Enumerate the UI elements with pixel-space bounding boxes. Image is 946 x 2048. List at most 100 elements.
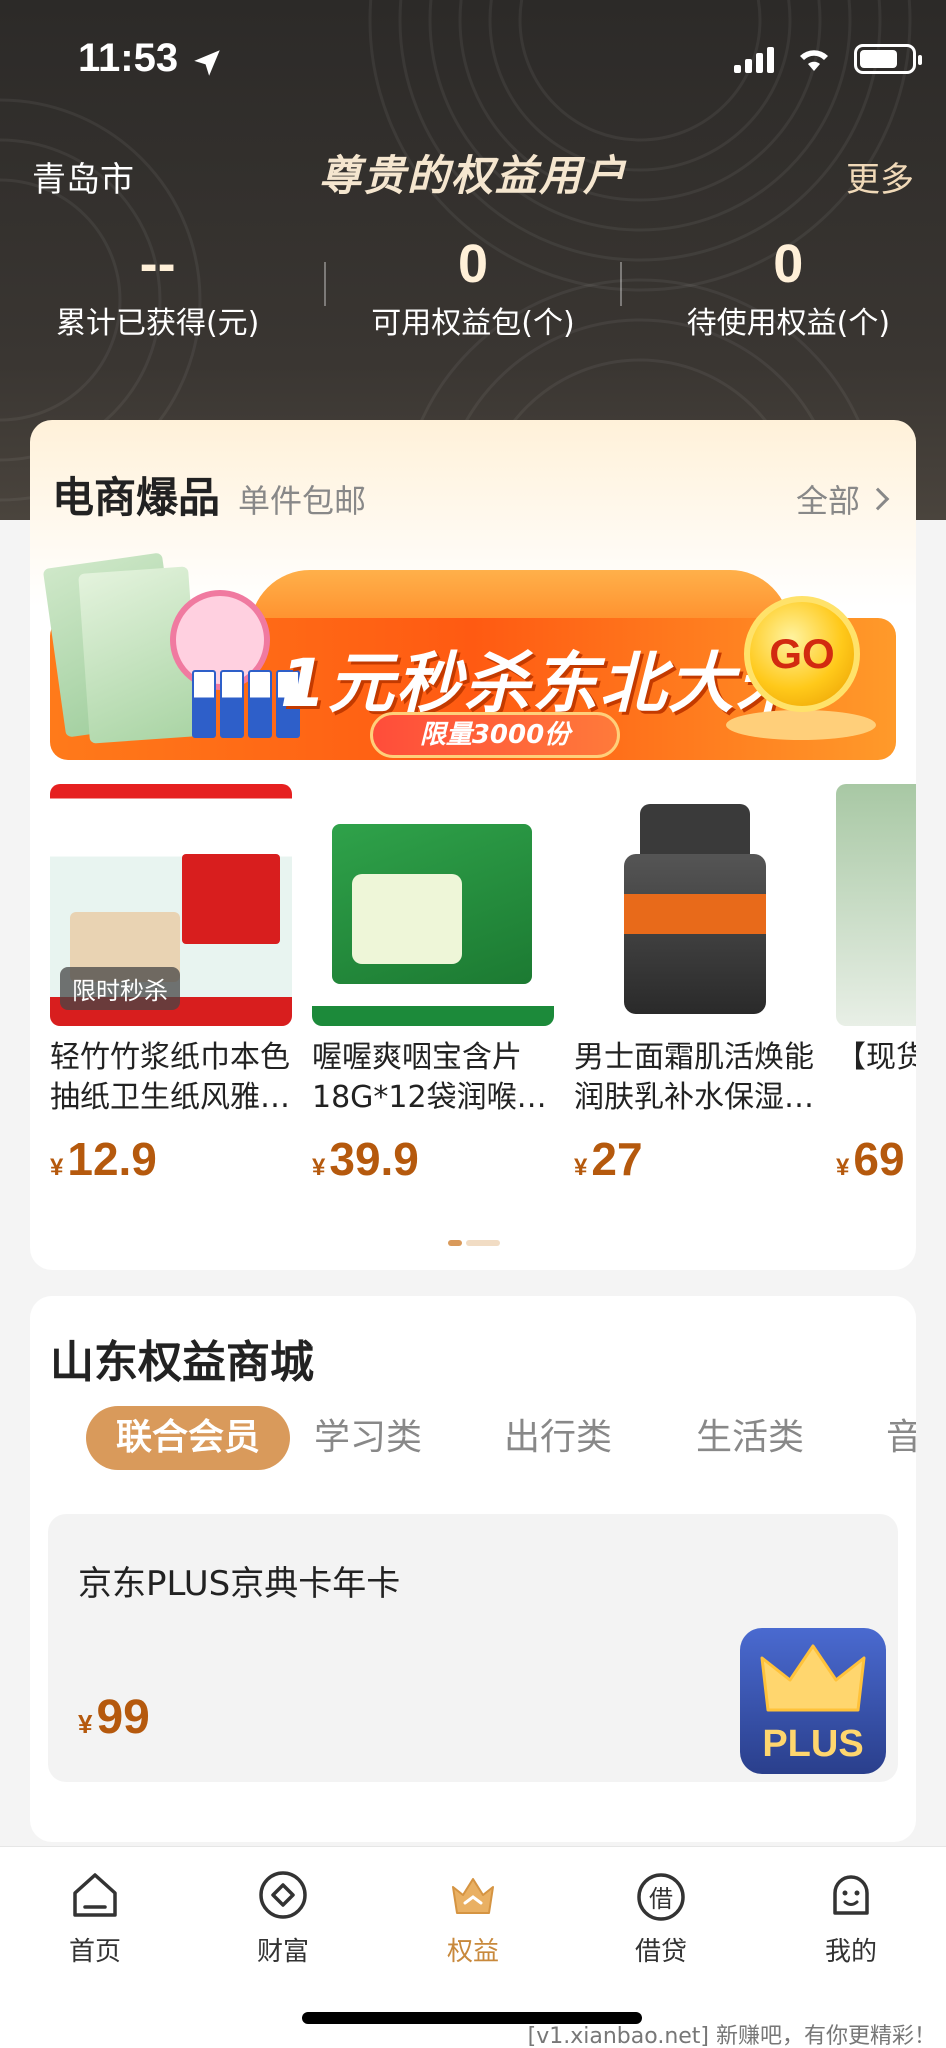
product-image-tissue: 限时秒杀 (50, 784, 292, 1026)
svg-text:借: 借 (649, 1885, 673, 1913)
battery-icon (854, 44, 922, 74)
price-amount: 99 (96, 1691, 150, 1744)
go-button[interactable]: GO (744, 596, 860, 712)
stat-label: 可用权益包(个) (371, 306, 575, 341)
milk-box-image (192, 670, 216, 738)
mall-item-card[interactable]: 京东PLUS京典卡年卡 ¥99 PLUS (48, 1514, 898, 1782)
product-name: 【现货装鱼形… (836, 1040, 916, 1075)
stat-total-earned[interactable]: -- 累计已获得(元) (0, 232, 315, 352)
tab-lifestyle[interactable]: 生活类 (696, 1406, 804, 1470)
nav-benefits[interactable]: 权益 (398, 1867, 548, 1968)
product-name: 轻竹竹浆纸巾本色抽纸卫生纸风雅… (50, 1040, 290, 1115)
nav-label: 财富 (256, 1937, 309, 1967)
currency-symbol: ¥ (78, 1709, 93, 1739)
product-badge-graphic (182, 854, 280, 944)
stat-value: 0 (773, 234, 804, 294)
carousel-indicator (448, 1240, 500, 1246)
section-title: 电商爆品 (52, 473, 221, 522)
view-all-link[interactable]: 全部 (795, 476, 890, 522)
nav-label: 我的 (824, 1937, 877, 1967)
milk-box-image (220, 670, 244, 738)
product-image-face-cream (574, 784, 816, 1026)
nav-label: 权益 (446, 1937, 499, 1967)
product-card[interactable]: 男士面霜肌活焕能润肤乳补水保湿… ¥27 (574, 784, 816, 1186)
nav-wealth[interactable]: 财富 (208, 1867, 358, 1968)
promo-banner[interactable]: 1元秒杀东北大米 限量3000份 GO (42, 552, 896, 762)
price-amount: 27 (591, 1133, 643, 1185)
stat-label: 待使用权益(个) (686, 306, 891, 341)
product-card[interactable]: 【现货装鱼形… ¥69 (836, 784, 916, 1186)
status-time: 11:53 (78, 36, 179, 80)
product-price: ¥69 (836, 1132, 916, 1186)
nav-profile[interactable]: 我的 (776, 1867, 926, 1968)
item-name: 京东PLUS京典卡年卡 (78, 1564, 401, 1604)
product-carousel[interactable]: 限时秒杀 轻竹竹浆纸巾本色抽纸卫生纸风雅… ¥12.9 喔喔爽咽宝含片18G*1… (50, 784, 916, 1204)
nav-loan[interactable]: 借 借贷 (586, 1867, 736, 1968)
product-image-mask (836, 784, 916, 1026)
tab-joint-membership[interactable]: 联合会员 (86, 1406, 291, 1470)
product-price: ¥39.9 (312, 1132, 554, 1186)
crown-icon (760, 1644, 866, 1712)
divider (620, 262, 622, 306)
wifi-icon (800, 50, 828, 71)
banner-badge: 限量3000份 (370, 712, 620, 758)
plus-logo-text: PLUS (762, 1723, 864, 1765)
milk-box-image (248, 670, 272, 738)
product-card[interactable]: 喔喔爽咽宝含片18G*12袋润喉糖… ¥39.9 (312, 784, 554, 1186)
more-link[interactable]: 更多 (846, 152, 914, 201)
section-subtitle: 单件包邮 (238, 482, 367, 520)
stat-value: 0 (457, 234, 489, 294)
product-name: 喔喔爽咽宝含片18G*12袋润喉糖… (312, 1040, 522, 1115)
stats-row: -- 累计已获得(元) 0 可用权益包(个) 0 待使用权益(个) (0, 232, 946, 352)
watermark-text: [v1.xianbao.net] 新赚吧，有你更精彩！ (527, 2024, 936, 2048)
chevron-right-icon (866, 487, 890, 511)
location-arrow-icon (194, 50, 220, 76)
tab-travel[interactable]: 出行类 (504, 1406, 612, 1470)
stat-label: 累计已获得(元) (55, 306, 260, 341)
currency-symbol: ¥ (574, 1154, 588, 1181)
price-amount: 69 (853, 1133, 905, 1185)
category-tabs: 联合会员 学习类 出行类 生活类 音 (50, 1406, 916, 1470)
view-all-label: 全部 (795, 482, 860, 520)
indicator-active (448, 1240, 462, 1246)
home-icon (73, 1873, 117, 1917)
indicator-track (466, 1240, 500, 1246)
page-title: 尊贵的权益用户 (318, 151, 627, 200)
currency-symbol: ¥ (50, 1154, 64, 1181)
tab-learning[interactable]: 学习类 (314, 1406, 422, 1470)
benefits-mall-card: 山东权益商城 联合会员 学习类 出行类 生活类 音 京东PLUS京典卡年卡 ¥9… (30, 1296, 916, 1842)
nav-label: 借贷 (634, 1937, 687, 1967)
jar-lid-graphic (640, 804, 750, 854)
go-pedestal (726, 710, 876, 740)
crown-icon (452, 1878, 494, 1914)
currency-symbol: ¥ (312, 1154, 326, 1181)
jd-plus-logo: PLUS (740, 1628, 886, 1774)
product-card[interactable]: 限时秒杀 轻竹竹浆纸巾本色抽纸卫生纸风雅… ¥12.9 (50, 784, 292, 1186)
ecommerce-card: 电商爆品 单件包邮 全部 1元秒杀东北大米 限量3000份 GO 限时秒杀 轻竹… (30, 420, 916, 1270)
stat-available-packages[interactable]: 0 可用权益包(个) (315, 232, 630, 352)
stat-pending-benefits[interactable]: 0 待使用权益(个) (631, 232, 946, 352)
price-amount: 12.9 (67, 1133, 157, 1185)
product-strip (312, 1006, 554, 1026)
section-title: 山东权益商城 (50, 1337, 314, 1388)
tab-music[interactable]: 音 (886, 1406, 916, 1470)
wealth-icon (259, 1871, 307, 1919)
loan-icon: 借 (637, 1873, 685, 1921)
jar-body-graphic (624, 854, 766, 1014)
lozenge-pouch-graphic (352, 874, 462, 964)
nav-home[interactable]: 首页 (20, 1867, 170, 1968)
cellular-signal-icon (734, 45, 774, 73)
price-amount: 39.9 (329, 1133, 419, 1185)
currency-symbol: ¥ (836, 1154, 850, 1181)
profile-icon (833, 1875, 869, 1915)
product-name: 男士面霜肌活焕能润肤乳补水保湿… (574, 1040, 814, 1115)
jar-label-graphic (624, 894, 766, 934)
nav-label: 首页 (68, 1937, 121, 1967)
flash-sale-tag: 限时秒杀 (60, 967, 180, 1010)
item-price: ¥99 (78, 1690, 150, 1745)
divider (324, 262, 326, 306)
product-image-lozenge (312, 784, 554, 1026)
product-price: ¥12.9 (50, 1132, 292, 1186)
product-price: ¥27 (574, 1132, 816, 1186)
stat-value: -- (139, 234, 176, 294)
